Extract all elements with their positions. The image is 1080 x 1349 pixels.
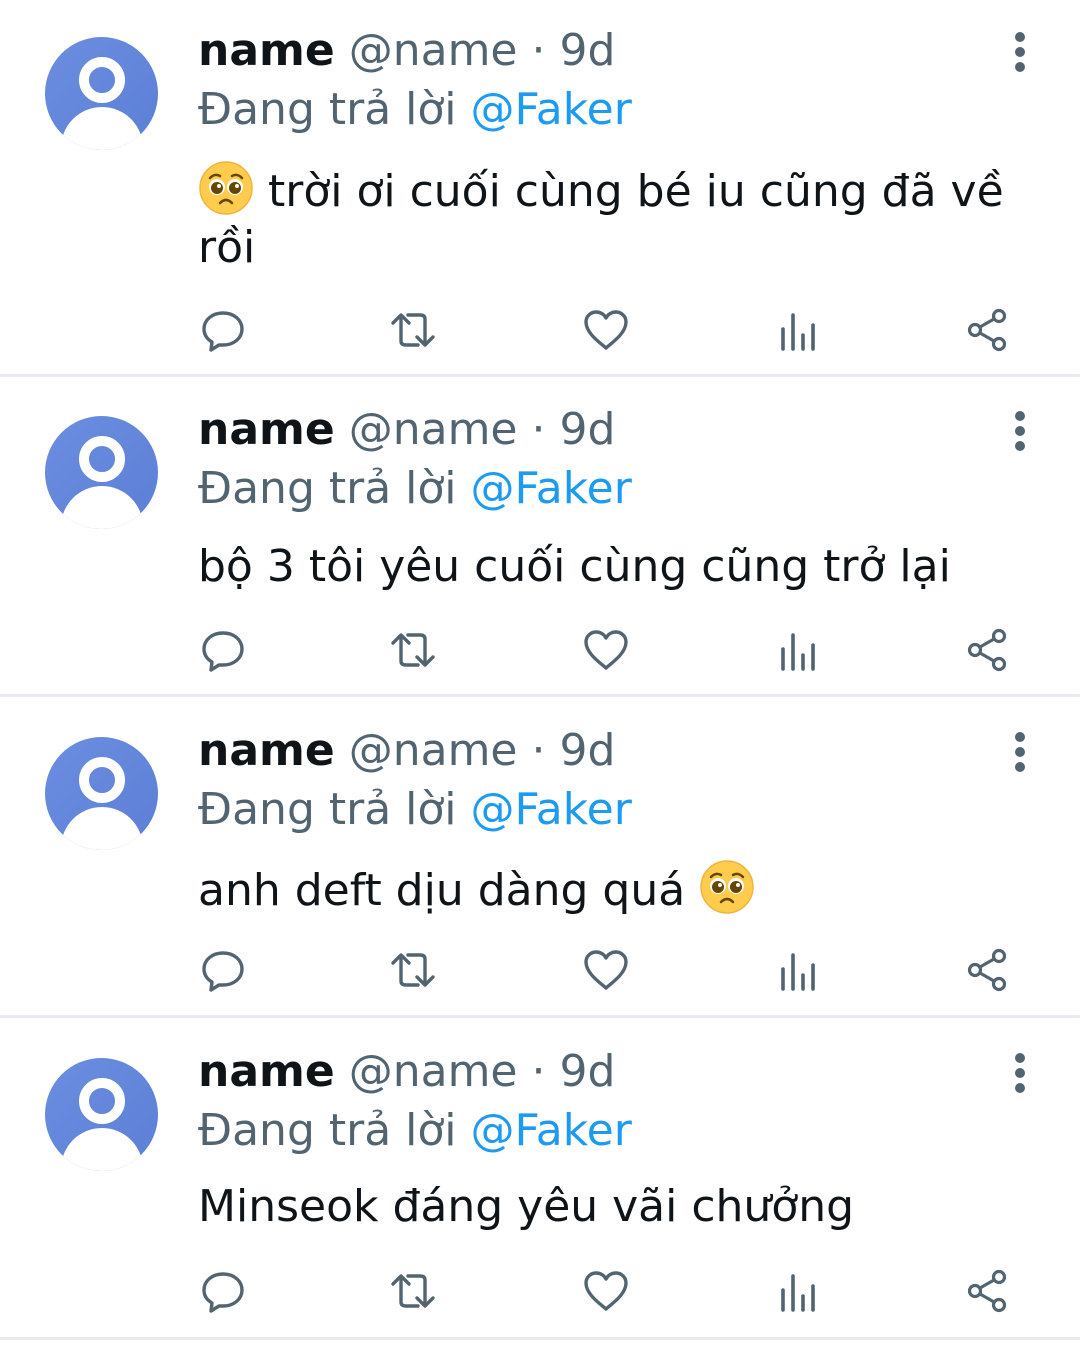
like-icon[interactable] [581,625,631,675]
replying-to: Đang trả lời @Faker [198,461,632,517]
more-options-icon[interactable] [1000,730,1040,774]
views-icon[interactable] [773,305,823,355]
more-options-icon[interactable] [1000,409,1040,453]
timestamp[interactable]: 9d [560,404,616,455]
tweet-text: bộ 3 tôi yêu cuối cùng cũng trở lại [198,541,951,592]
replying-to: Đang trả lời @Faker [198,82,632,138]
reply-feed: name @name · 9d Đang trả lời @Faker trời… [0,0,1080,1349]
reply-prefix: Đang trả lời [198,1105,457,1156]
display-name[interactable]: name [198,725,335,776]
tweet-actions [198,1266,1028,1316]
separator: · [531,25,546,76]
share-icon[interactable] [963,305,1013,355]
like-icon[interactable] [581,1266,631,1316]
reply-mention[interactable]: @Faker [471,463,632,514]
like-icon[interactable] [581,945,631,995]
avatar[interactable] [45,37,158,150]
tweet-actions [198,305,1028,355]
tweet-text-body: anh deft dịu dàng quá [198,865,700,916]
user-handle[interactable]: @name [349,725,518,776]
avatar[interactable] [45,416,158,529]
share-icon[interactable] [963,1266,1013,1316]
retweet-icon[interactable] [388,1266,438,1316]
retweet-icon[interactable] [388,305,438,355]
replying-to: Đang trả lời @Faker [198,1103,632,1159]
tweet-actions [198,625,1028,675]
reply-prefix: Đang trả lời [198,84,457,135]
tweet-header: name @name · 9d [198,402,615,458]
tweet-card[interactable]: name @name · 9d Đang trả lời @Faker anh … [0,697,1080,1018]
reply-mention[interactable]: @Faker [471,784,632,835]
tweet-text: trời ơi cuối cùng bé iu cũng đã về rồi [198,160,1038,276]
reply-icon[interactable] [198,945,248,995]
timestamp[interactable]: 9d [560,725,616,776]
avatar[interactable] [45,1058,158,1171]
separator: · [531,725,546,776]
retweet-icon[interactable] [388,945,438,995]
pleading-face-emoji [198,160,254,216]
tweet-card[interactable]: name @name · 9d Đang trả lời @Faker bộ 3… [0,377,1080,697]
reply-icon[interactable] [198,1266,248,1316]
views-icon[interactable] [773,945,823,995]
replying-to: Đang trả lời @Faker [198,782,632,838]
tweet-header: name @name · 9d [198,23,615,79]
retweet-icon[interactable] [388,625,438,675]
timestamp[interactable]: 9d [560,25,616,76]
display-name[interactable]: name [198,25,335,76]
avatar[interactable] [45,737,158,850]
like-icon[interactable] [581,305,631,355]
reply-mention[interactable]: @Faker [471,1105,632,1156]
user-handle[interactable]: @name [349,1046,518,1097]
reply-icon[interactable] [198,305,248,355]
tweet-text: Minseok đáng yêu vãi chưởng [198,1181,855,1232]
separator: · [531,1046,546,1097]
views-icon[interactable] [773,625,823,675]
tweet-text: anh deft dịu dàng quá [198,859,1038,919]
tweet-header: name @name · 9d [198,723,615,779]
reply-prefix: Đang trả lời [198,463,457,514]
tweet-card[interactable]: name @name · 9d Đang trả lời @Faker Mins… [0,1018,1080,1340]
user-handle[interactable]: @name [349,25,518,76]
share-icon[interactable] [963,625,1013,675]
more-options-icon[interactable] [1000,1051,1040,1095]
views-icon[interactable] [773,1266,823,1316]
more-options-icon[interactable] [1000,30,1040,74]
timestamp[interactable]: 9d [560,1046,616,1097]
separator: · [531,404,546,455]
share-icon[interactable] [963,945,1013,995]
tweet-actions [198,945,1028,995]
user-handle[interactable]: @name [349,404,518,455]
display-name[interactable]: name [198,404,335,455]
reply-mention[interactable]: @Faker [471,84,632,135]
reply-icon[interactable] [198,625,248,675]
pleading-face-emoji [699,859,755,915]
tweet-card[interactable]: name @name · 9d Đang trả lời @Faker trời… [0,0,1080,377]
tweet-header: name @name · 9d [198,1044,615,1100]
reply-prefix: Đang trả lời [198,784,457,835]
display-name[interactable]: name [198,1046,335,1097]
tweet-text-body: trời ơi cuối cùng bé iu cũng đã về rồi [198,166,1004,273]
